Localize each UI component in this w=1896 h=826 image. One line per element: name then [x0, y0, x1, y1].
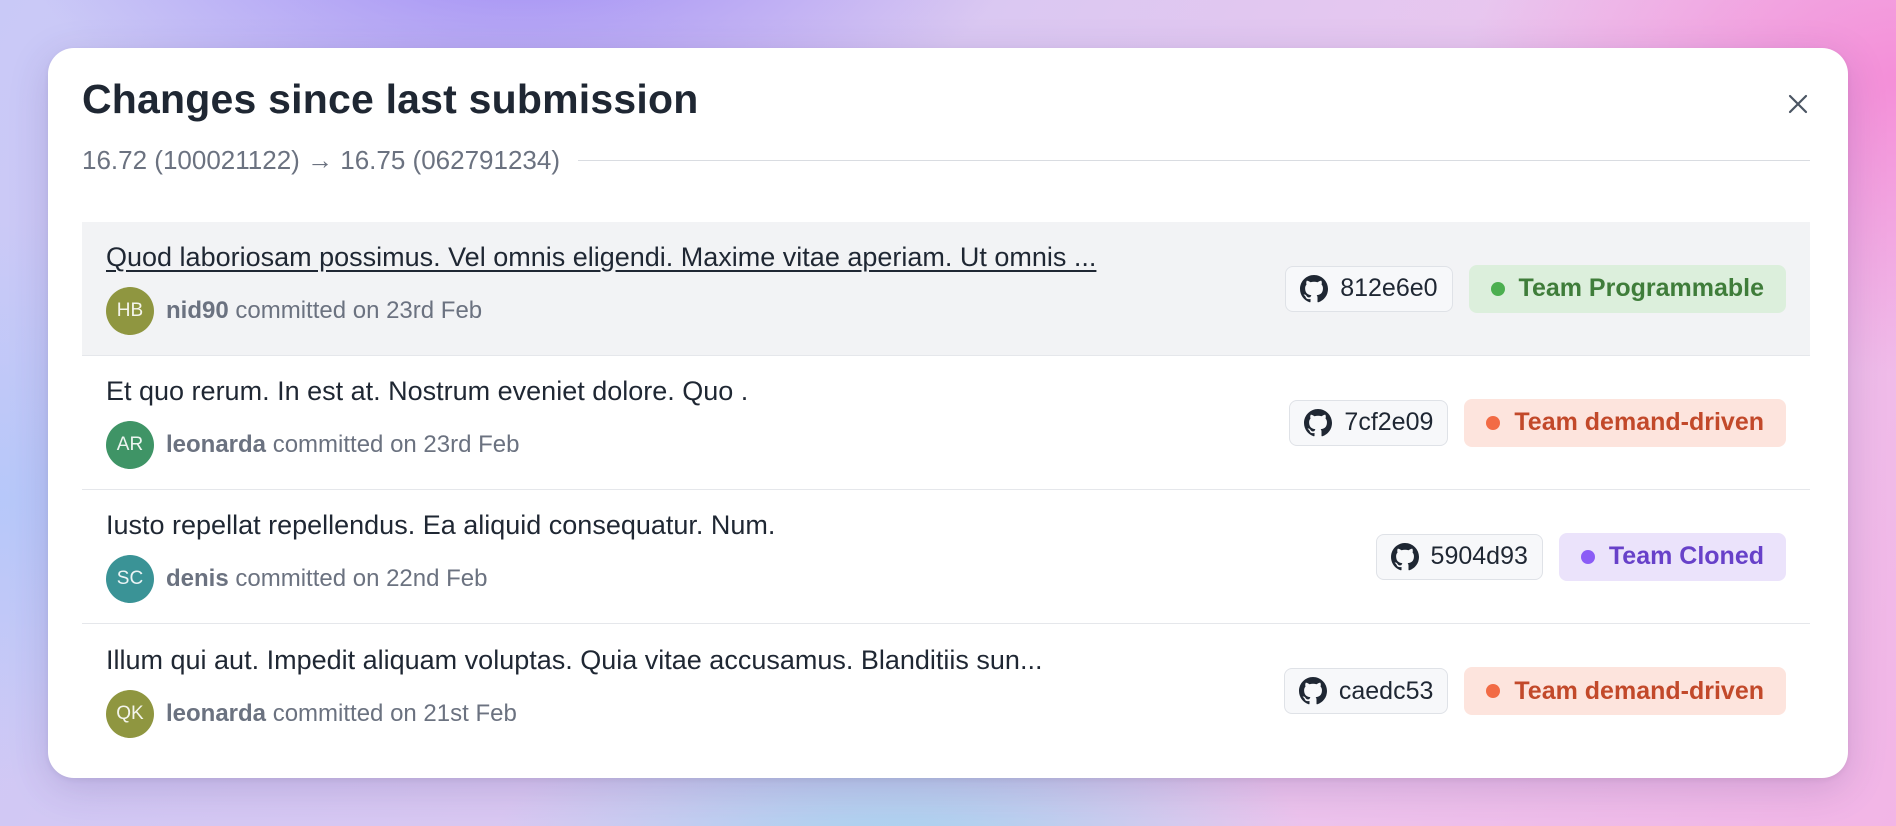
team-name: Team demand-driven — [1514, 408, 1764, 436]
avatar: HB — [106, 287, 154, 335]
avatar: QK — [106, 689, 154, 738]
commit-info: Et quo rerum. In est at. Nostrum eveniet… — [106, 376, 748, 469]
avatar: AR — [106, 421, 154, 469]
commit-row[interactable]: Illum qui aut. Impedit aliquam voluptas.… — [82, 624, 1810, 758]
commit-action: committed on 23rd Feb — [272, 431, 520, 458]
commit-row[interactable]: Et quo rerum. In est at. Nostrum eveniet… — [82, 356, 1810, 490]
commit-author: nid90 — [166, 297, 229, 324]
commit-meta: QK leonarda committed on 21st Feb — [106, 689, 1042, 738]
avatar: SC — [106, 555, 154, 603]
close-button[interactable] — [1778, 84, 1818, 124]
commit-tags: 5904d93 Team Cloned — [1375, 532, 1786, 581]
commit-hash-button[interactable]: 7cf2e09 — [1289, 399, 1449, 446]
commit-hash-button[interactable]: 812e6e0 — [1285, 265, 1453, 312]
commit-tags: caedc53 Team demand-driven — [1283, 667, 1786, 715]
modal-title: Changes since last submission — [82, 76, 699, 122]
commit-author: leonarda — [166, 699, 267, 727]
commit-info: Quod laboriosam possimus. Vel omnis elig… — [106, 242, 1096, 335]
team-badge: Team Programmable — [1468, 264, 1786, 313]
commit-row[interactable]: Quod laboriosam possimus. Vel omnis elig… — [82, 222, 1810, 356]
commit-author: leonarda — [166, 431, 267, 458]
divider — [578, 159, 1810, 161]
team-name: Team Cloned — [1608, 542, 1764, 570]
team-dot — [1580, 549, 1595, 564]
version-range-row: 16.72 (100021122) → 16.75 (062791234) — [82, 142, 1810, 178]
version-range: 16.72 (100021122) → 16.75 (062791234) — [82, 144, 561, 175]
commit-message[interactable]: Quod laboriosam possimus. Vel omnis elig… — [106, 242, 1096, 273]
commit-info: Illum qui aut. Impedit aliquam voluptas.… — [106, 645, 1042, 738]
commit-hash: 812e6e0 — [1340, 274, 1438, 302]
github-icon — [1304, 408, 1333, 436]
team-badge: Team Cloned — [1558, 532, 1786, 581]
commit-list: Quod laboriosam possimus. Vel omnis elig… — [82, 222, 1810, 758]
github-icon — [1300, 274, 1329, 302]
commit-hash: 7cf2e09 — [1344, 408, 1434, 436]
commit-hash-button[interactable]: caedc53 — [1283, 668, 1449, 714]
team-badge: Team demand-driven — [1464, 398, 1786, 447]
commit-hash: 5904d93 — [1430, 542, 1528, 570]
commit-row[interactable]: Iusto repellat repellendus. Ea aliquid c… — [82, 490, 1810, 624]
commit-tags: 812e6e0 Team Programmable — [1285, 264, 1786, 313]
commit-message[interactable]: Et quo rerum. In est at. Nostrum eveniet… — [106, 376, 748, 407]
commit-message[interactable]: Illum qui aut. Impedit aliquam voluptas.… — [106, 645, 1042, 676]
commit-meta: SC denis committed on 22nd Feb — [106, 555, 775, 603]
changes-modal: Changes since last submission 16.72 (100… — [48, 48, 1848, 778]
close-icon[interactable] — [1787, 93, 1809, 115]
commit-action: committed on 22nd Feb — [235, 565, 488, 592]
team-badge: Team demand-driven — [1464, 667, 1786, 715]
commit-message[interactable]: Iusto repellat repellendus. Ea aliquid c… — [106, 510, 775, 541]
github-icon — [1390, 542, 1419, 570]
team-dot — [1490, 281, 1505, 296]
team-name: Team Programmable — [1518, 274, 1764, 302]
commit-info: Iusto repellat repellendus. Ea aliquid c… — [106, 510, 775, 603]
github-icon — [1298, 677, 1327, 705]
commit-tags: 7cf2e09 Team demand-driven — [1289, 398, 1786, 447]
commit-hash: caedc53 — [1338, 676, 1434, 705]
commit-meta: AR leonarda committed on 23rd Feb — [106, 421, 748, 469]
team-dot — [1486, 684, 1501, 698]
commit-author: denis — [166, 565, 229, 592]
commit-action: committed on 21st Feb — [272, 699, 517, 727]
commit-action: committed on 23rd Feb — [235, 297, 483, 324]
commit-hash-button[interactable]: 5904d93 — [1375, 533, 1543, 580]
commit-meta: HB nid90 committed on 23rd Feb — [106, 287, 1096, 335]
team-dot — [1486, 415, 1501, 430]
team-name: Team demand-driven — [1514, 676, 1764, 705]
